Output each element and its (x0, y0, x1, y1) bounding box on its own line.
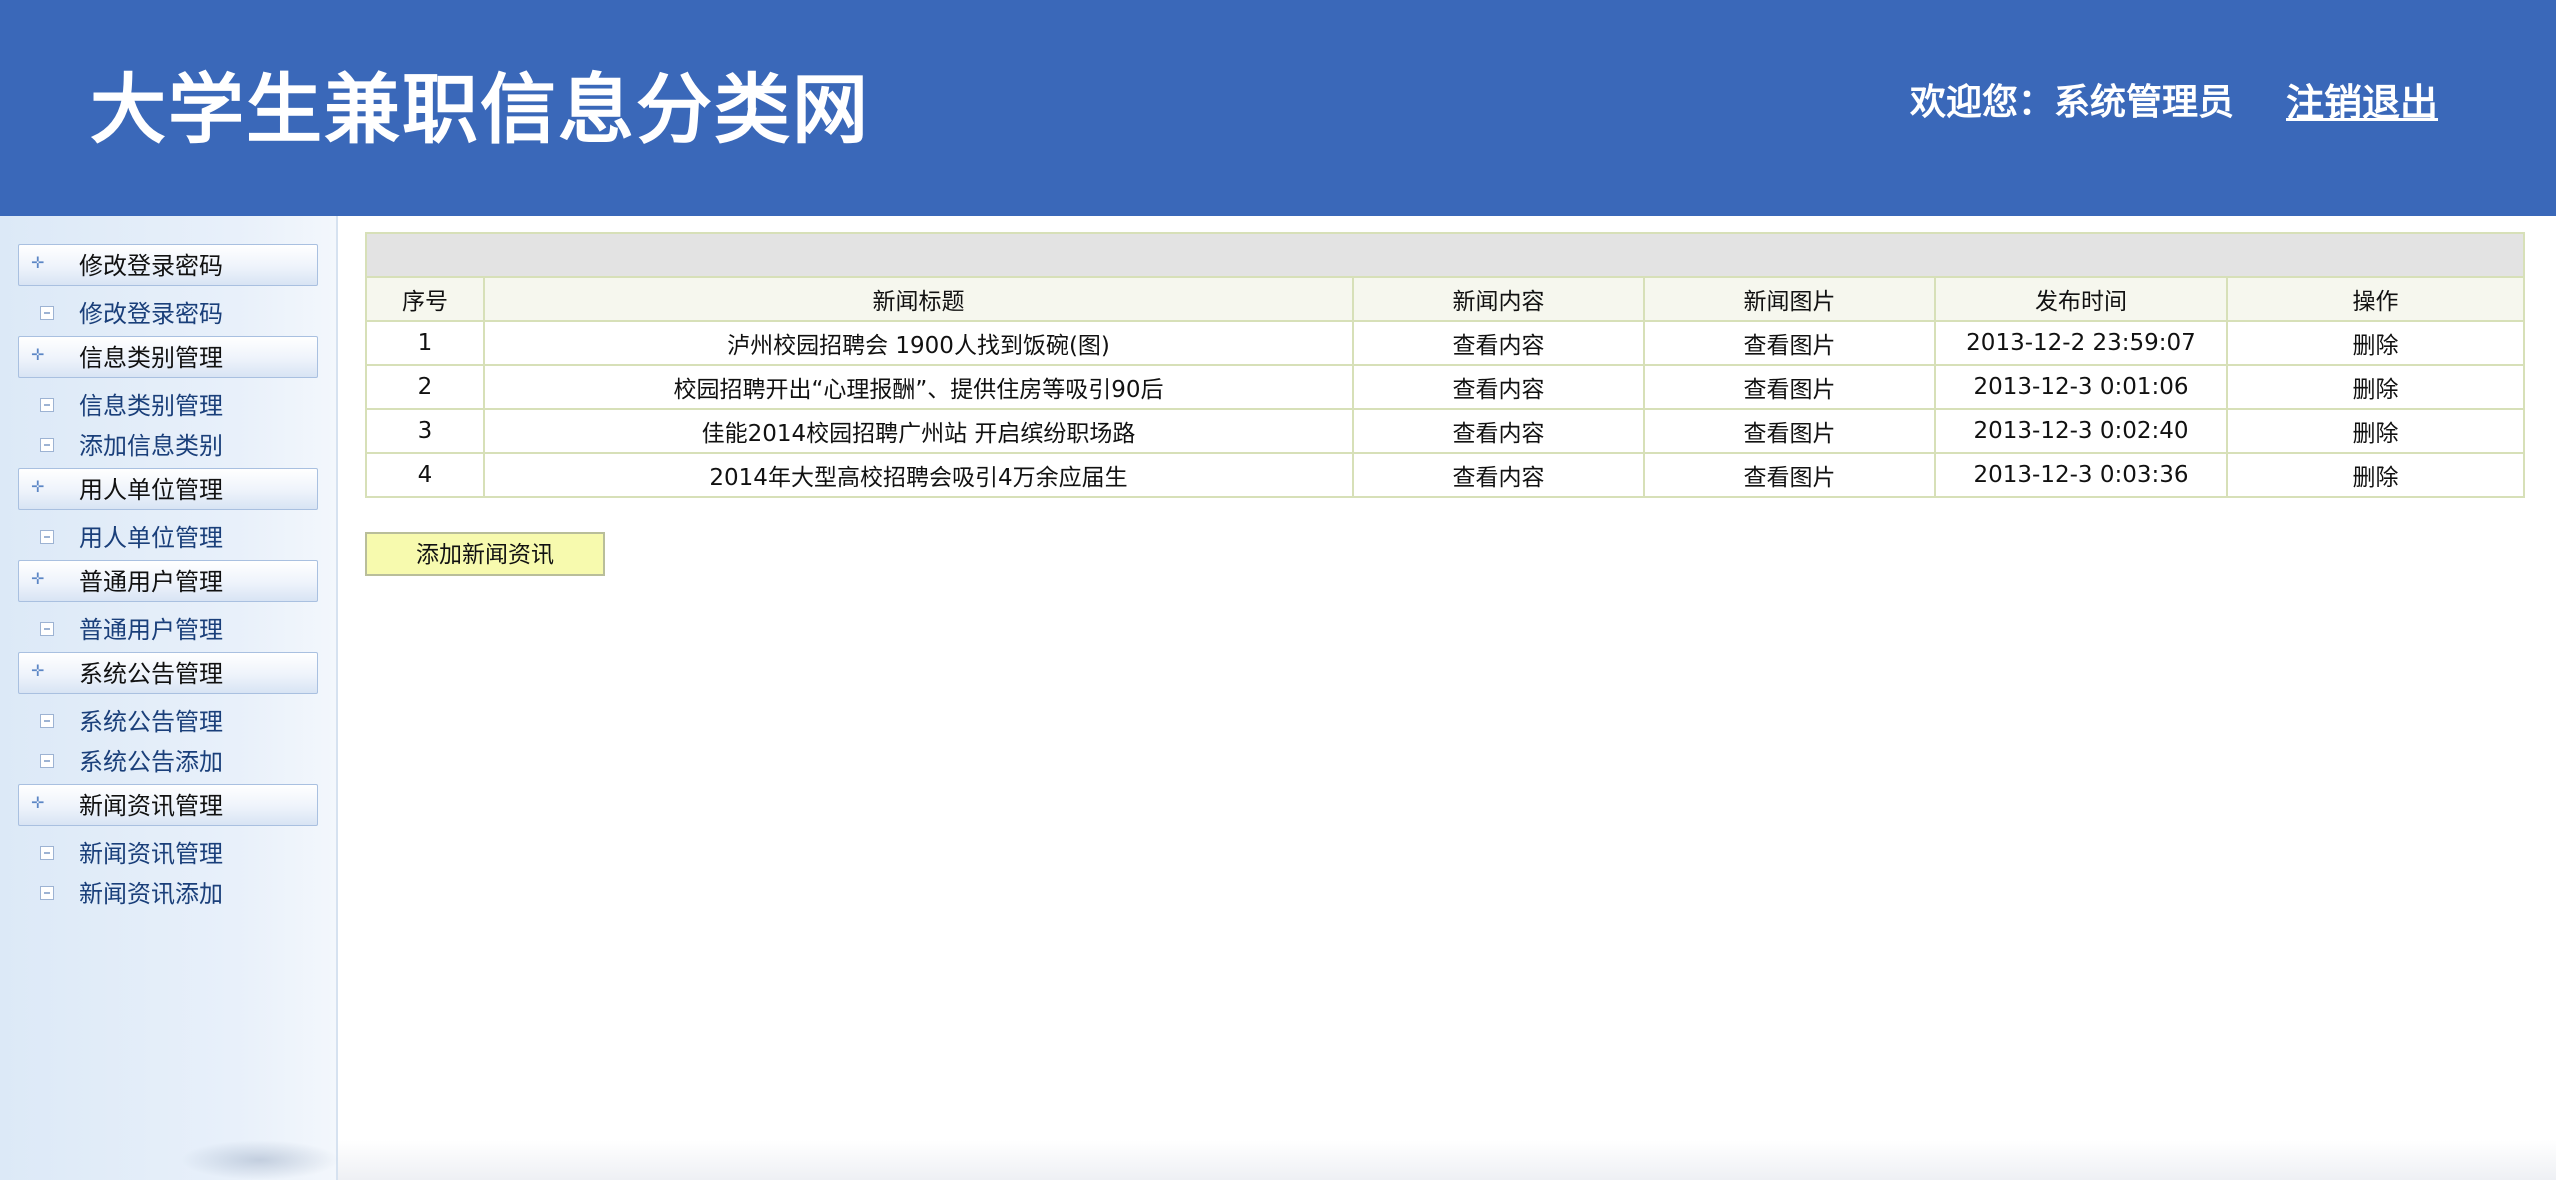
table-caption (364, 232, 2526, 278)
delete-link[interactable]: 删除 (2225, 452, 2526, 498)
sidebar-group-password[interactable]: ✛ 修改登录密码 (18, 244, 318, 286)
table-row: 1 泸州校园招聘会 1900人找到饭碗(图) 查看内容 查看图片 2013-12… (365, 320, 2526, 366)
sidebar-group-label: 用人单位管理 (79, 476, 223, 504)
expand-icon: ✛ (31, 345, 45, 364)
view-content-link[interactable]: 查看内容 (1352, 364, 1645, 410)
collapse-box-icon (40, 530, 54, 544)
sidebar-group-users[interactable]: ✛ 普通用户管理 (18, 560, 318, 602)
sidebar-item-label: 修改登录密码 (79, 300, 223, 328)
news-title: 校园招聘开出“心理报酬”、提供住房等吸引90后 (483, 364, 1354, 410)
news-title: 泸州校园招聘会 1900人找到饭碗(图) (483, 320, 1354, 366)
sidebar-group-label: 系统公告管理 (79, 660, 223, 688)
row-number: 2 (365, 364, 485, 410)
news-table: 序号 新闻标题 新闻内容 新闻图片 发布时间 操作 1 泸州校园招聘会 1900… (364, 232, 2526, 498)
sidebar-item-label: 系统公告管理 (79, 708, 223, 736)
header-bar: 大学生兼职信息分类网 欢迎您：系统管理员 注销退出 (0, 0, 2556, 216)
news-title: 佳能2014校园招聘广州站 开启缤纷职场路 (483, 408, 1354, 454)
expand-icon: ✛ (31, 569, 45, 588)
column-header-title: 新闻标题 (483, 276, 1354, 322)
publish-time: 2013-12-2 23:59:07 (1934, 320, 2228, 366)
collapse-box-icon (40, 438, 54, 452)
sidebar-item-label: 新闻资讯管理 (79, 840, 223, 868)
sidebar: ✛ 修改登录密码 修改登录密码 ✛ 信息类别管理 信息类别管理 添加信息类别 ✛… (0, 216, 340, 1180)
expand-icon: ✛ (31, 253, 45, 272)
view-content-link[interactable]: 查看内容 (1352, 408, 1645, 454)
publish-time: 2013-12-3 0:01:06 (1934, 364, 2228, 410)
column-header-content: 新闻内容 (1352, 276, 1645, 322)
column-header-no: 序号 (365, 276, 485, 322)
collapse-box-icon (40, 398, 54, 412)
table-row: 3 佳能2014校园招聘广州站 开启缤纷职场路 查看内容 查看图片 2013-1… (365, 408, 2526, 454)
view-content-link[interactable]: 查看内容 (1352, 320, 1645, 366)
collapse-box-icon (40, 754, 54, 768)
view-content-link[interactable]: 查看内容 (1352, 452, 1645, 498)
table-row: 4 2014年大型高校招聘会吸引4万余应届生 查看内容 查看图片 2013-12… (365, 452, 2526, 498)
collapse-box-icon (40, 714, 54, 728)
sidebar-item-label: 信息类别管理 (79, 392, 223, 420)
add-news-button[interactable]: 添加新闻资讯 (365, 532, 605, 576)
sidebar-group-label: 信息类别管理 (79, 344, 223, 372)
sidebar-item-label: 普通用户管理 (79, 616, 223, 644)
collapse-box-icon (40, 306, 54, 320)
bottom-fade (338, 1140, 2556, 1180)
welcome-text: 欢迎您：系统管理员 (1910, 82, 2235, 123)
sidebar-group-news[interactable]: ✛ 新闻资讯管理 (18, 784, 318, 826)
view-image-link[interactable]: 查看图片 (1643, 452, 1936, 498)
column-header-time: 发布时间 (1934, 276, 2228, 322)
sidebar-item-label: 添加信息类别 (79, 432, 223, 460)
delete-link[interactable]: 删除 (2225, 364, 2526, 410)
sidebar-shadow (180, 1140, 340, 1180)
sidebar-group-employer[interactable]: ✛ 用人单位管理 (18, 468, 318, 510)
column-header-action: 操作 (2225, 276, 2526, 322)
publish-time: 2013-12-3 0:02:40 (1934, 408, 2228, 454)
table-row: 2 校园招聘开出“心理报酬”、提供住房等吸引90后 查看内容 查看图片 2013… (365, 364, 2526, 410)
sidebar-group-label: 修改登录密码 (79, 252, 223, 280)
row-number: 3 (365, 408, 485, 454)
expand-icon: ✛ (31, 477, 45, 496)
sidebar-item-label: 用人单位管理 (79, 524, 223, 552)
publish-time: 2013-12-3 0:03:36 (1934, 452, 2228, 498)
sidebar-group-category[interactable]: ✛ 信息类别管理 (18, 336, 318, 378)
app-window: 大学生兼职信息分类网 欢迎您：系统管理员 注销退出 ✛ 修改登录密码 修改登录密… (0, 0, 2556, 1180)
view-image-link[interactable]: 查看图片 (1643, 364, 1936, 410)
delete-link[interactable]: 删除 (2225, 320, 2526, 366)
site-title: 大学生兼职信息分类网 (90, 65, 870, 154)
sidebar-item-label: 新闻资讯添加 (79, 880, 223, 908)
sidebar-group-notice[interactable]: ✛ 系统公告管理 (18, 652, 318, 694)
logout-link[interactable]: 注销退出 (2286, 76, 2438, 130)
delete-link[interactable]: 删除 (2225, 408, 2526, 454)
main-content: 序号 新闻标题 新闻内容 新闻图片 发布时间 操作 1 泸州校园招聘会 1900… (364, 232, 2526, 576)
table-caption-row (364, 232, 2526, 278)
collapse-box-icon (40, 622, 54, 636)
expand-icon: ✛ (31, 793, 45, 812)
expand-icon: ✛ (31, 661, 45, 680)
row-number: 4 (365, 452, 485, 498)
view-image-link[interactable]: 查看图片 (1643, 320, 1936, 366)
column-header-image: 新闻图片 (1643, 276, 1936, 322)
sidebar-item-label: 系统公告添加 (79, 748, 223, 776)
news-title: 2014年大型高校招聘会吸引4万余应届生 (483, 452, 1354, 498)
sidebar-group-label: 新闻资讯管理 (79, 792, 223, 820)
collapse-box-icon (40, 886, 54, 900)
row-number: 1 (365, 320, 485, 366)
sidebar-group-label: 普通用户管理 (79, 568, 223, 596)
collapse-box-icon (40, 846, 54, 860)
table-header-row: 序号 新闻标题 新闻内容 新闻图片 发布时间 操作 (365, 276, 2526, 322)
view-image-link[interactable]: 查看图片 (1643, 408, 1936, 454)
